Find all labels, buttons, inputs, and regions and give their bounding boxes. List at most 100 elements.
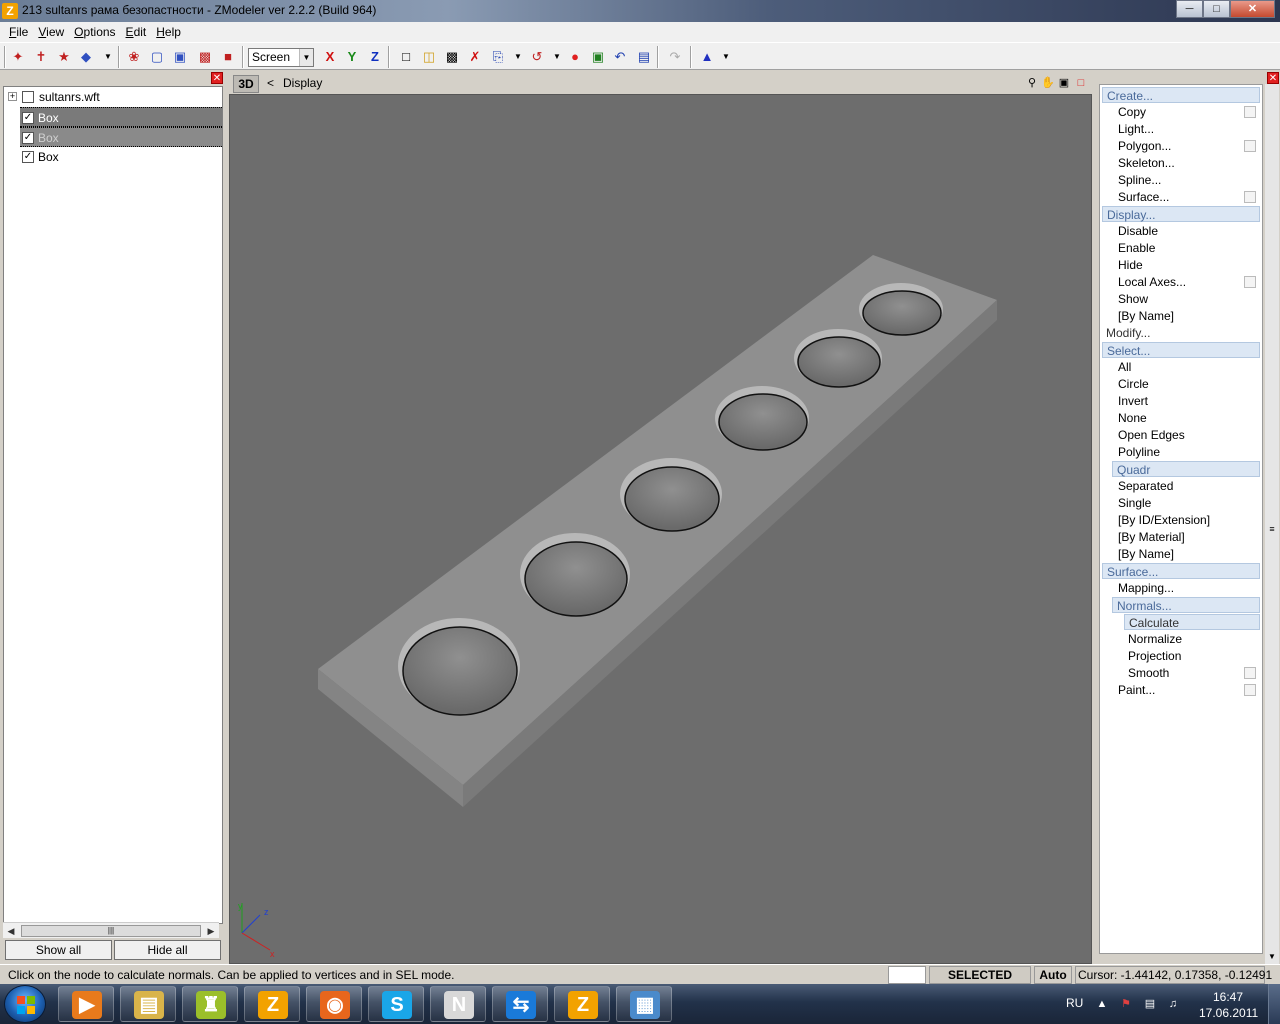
selection-mode-indicator[interactable]: SELECTED MODE (929, 966, 1031, 998)
command-quadr[interactable]: Quadr (1112, 461, 1260, 477)
visibility-checkbox[interactable]: ✓ (22, 132, 34, 144)
command-circle[interactable]: Circle (1118, 376, 1149, 392)
viewport-mode-button[interactable]: 3D (233, 75, 259, 93)
select-edge-icon[interactable]: ✝ (31, 47, 51, 67)
scroll-left-icon[interactable]: ◀ (3, 923, 19, 939)
cube-solid-icon[interactable]: ■ (218, 47, 238, 67)
close-viewport-icon[interactable]: □ (1074, 76, 1088, 90)
close-panel-icon[interactable]: ✕ (211, 72, 223, 84)
options-box-icon[interactable] (1244, 665, 1258, 681)
command-single[interactable]: Single (1118, 495, 1151, 511)
visibility-checkbox[interactable]: ✓ (22, 112, 34, 124)
command-skeleton[interactable]: Skeleton... (1118, 155, 1175, 171)
command-smooth[interactable]: Smooth (1128, 665, 1169, 681)
command-spline[interactable]: Spline... (1118, 172, 1161, 188)
menu-options[interactable]: Options (69, 22, 120, 42)
expand-icon[interactable]: + (8, 92, 17, 101)
command-hide[interactable]: Hide (1118, 257, 1143, 273)
command-all[interactable]: All (1118, 359, 1131, 375)
toolbar-grip[interactable] (4, 46, 6, 68)
command-surface[interactable]: Surface... (1102, 563, 1260, 579)
start-button[interactable] (4, 985, 46, 1023)
command-enable[interactable]: Enable (1118, 240, 1155, 256)
command-mapping[interactable]: Mapping... (1118, 580, 1174, 596)
delete-icon[interactable]: ✗ (465, 47, 485, 67)
command-separated[interactable]: Separated (1118, 478, 1173, 494)
3d-scene[interactable]: y z x (230, 95, 1091, 963)
network-icon[interactable]: ▤ (1143, 997, 1157, 1011)
tree-item-root[interactable]: + sultanrs.wft (4, 87, 222, 107)
firefox-task-button[interactable]: ◉ (306, 986, 362, 1022)
command-light[interactable]: Light... (1118, 121, 1154, 137)
tree-horizontal-scrollbar[interactable]: ◀ ||| ▶ (3, 922, 219, 938)
view-mode-select[interactable]: Screen ▼ (248, 48, 314, 67)
menu-view[interactable]: View (33, 22, 69, 42)
command-local-axes[interactable]: Local Axes... (1118, 274, 1186, 290)
teamviewer-task-button[interactable]: ⇆ (492, 986, 548, 1022)
scroll-grip-icon[interactable]: ≡ (1267, 524, 1277, 534)
command-disable[interactable]: Disable (1118, 223, 1158, 239)
skype-task-button[interactable]: S (368, 986, 424, 1022)
command-by-material[interactable]: [By Material] (1118, 529, 1185, 545)
menu-help[interactable]: Help (151, 22, 186, 42)
hide-all-button[interactable]: Hide all (114, 940, 221, 960)
command-polyline[interactable]: Polyline (1118, 444, 1160, 460)
close-panel-icon[interactable]: ✕ (1267, 72, 1279, 84)
normals-icon[interactable]: ▲ (697, 47, 717, 67)
options-box-icon[interactable] (1244, 682, 1258, 698)
show-all-button[interactable]: Show all (5, 940, 112, 960)
command-copy[interactable]: Copy (1118, 104, 1146, 120)
minimize-icon[interactable]: ─ (1176, 0, 1203, 18)
scroll-thumb[interactable]: ||| (21, 925, 201, 937)
select-vertex-icon[interactable]: ✦ (8, 47, 28, 67)
scroll-down-icon[interactable]: ▼ (1265, 950, 1279, 964)
new-file-icon[interactable]: □ (396, 47, 416, 67)
pan-hand-icon[interactable]: ✋ (1041, 76, 1055, 90)
command-polygon[interactable]: Polygon... (1118, 138, 1171, 154)
zmodeler-task-button[interactable]: Z (244, 986, 300, 1022)
scroll-right-icon[interactable]: ▶ (203, 923, 219, 939)
command-by-name[interactable]: [By Name] (1118, 308, 1174, 324)
action-center-icon[interactable]: ⚑ (1119, 997, 1133, 1011)
command-create[interactable]: Create... (1102, 87, 1260, 103)
tree-item-box[interactable]: ✓ Box (20, 127, 222, 147)
import-icon[interactable]: ⎘ (488, 47, 508, 67)
command-normals[interactable]: Normals... (1112, 597, 1260, 613)
show-desktop-button[interactable] (1268, 984, 1280, 1024)
axis-x-toggle[interactable]: X (320, 47, 340, 67)
volume-icon[interactable]: ♫ (1166, 997, 1180, 1011)
cube-red-icon[interactable]: ▩ (195, 47, 215, 67)
normals-dropdown-icon[interactable]: ▼ (716, 47, 736, 67)
command-none[interactable]: None (1118, 410, 1147, 426)
save-icon[interactable]: ▩ (442, 47, 462, 67)
command-by-name[interactable]: [By Name] (1118, 546, 1174, 562)
zmodeler-app-icon[interactable]: Z (2, 3, 18, 19)
open-folder-icon[interactable]: ◫ (419, 47, 439, 67)
language-indicator[interactable]: RU (1066, 996, 1083, 1010)
render-icon[interactable]: ▣ (588, 47, 608, 67)
menu-edit[interactable]: Edit (121, 22, 152, 42)
properties-icon[interactable]: ▤ (634, 47, 654, 67)
zoom-icon[interactable]: ⚲ (1025, 76, 1039, 90)
3d-viewport[interactable]: y z x (229, 94, 1092, 964)
command-select[interactable]: Select... (1102, 342, 1260, 358)
command-open-edges[interactable]: Open Edges (1118, 427, 1185, 443)
select-face-icon[interactable]: ★ (54, 47, 74, 67)
maximize-viewport-icon[interactable]: ▣ (1057, 76, 1071, 90)
auto-indicator[interactable]: Auto (1034, 966, 1072, 984)
close-icon[interactable]: ✕ (1230, 0, 1275, 18)
axis-z-toggle[interactable]: Z (365, 47, 385, 67)
media-player-task-button[interactable]: ▶ (58, 986, 114, 1022)
notepad-plus-task-button[interactable]: N (430, 986, 486, 1022)
tree-item-box[interactable]: ✓ Box (20, 147, 222, 167)
redo-icon[interactable]: ↷ (665, 47, 685, 67)
options-box-icon[interactable] (1244, 104, 1258, 120)
import-dropdown-icon[interactable]: ▼ (508, 47, 528, 67)
command-normalize[interactable]: Normalize (1128, 631, 1182, 647)
command-invert[interactable]: Invert (1118, 393, 1148, 409)
command-calculate[interactable]: Calculate (1124, 614, 1260, 630)
command-display[interactable]: Display... (1102, 206, 1260, 222)
chevron-down-icon[interactable]: ▼ (299, 49, 313, 66)
menu-file[interactable]: File (4, 22, 33, 42)
command-surface[interactable]: Surface... (1118, 189, 1169, 205)
